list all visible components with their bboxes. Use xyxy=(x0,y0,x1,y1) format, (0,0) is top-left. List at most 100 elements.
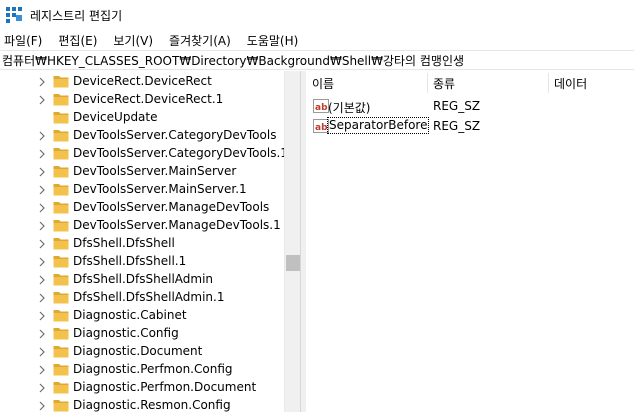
tree-item[interactable]: DfsShell.DfsShell xyxy=(0,235,284,253)
tree-item[interactable]: DeviceUpdate xyxy=(0,109,284,127)
string-value-icon: ab xyxy=(313,119,329,133)
chevron-right-icon[interactable] xyxy=(38,95,46,105)
folder-icon xyxy=(53,220,69,232)
value-name: SeparatorBefore xyxy=(326,117,430,134)
list-header: 이름 종류 데이터 xyxy=(306,71,634,95)
chevron-right-icon[interactable] xyxy=(38,185,46,195)
regedit-icon xyxy=(6,7,22,23)
tree-item[interactable]: Diagnostic.Perfmon.Document xyxy=(0,379,284,397)
tree-item[interactable]: Diagnostic.Document xyxy=(0,343,284,361)
tree-item-label: Diagnostic.Resmon.Config xyxy=(73,398,231,412)
folder-icon xyxy=(53,256,69,268)
value-type: REG_SZ xyxy=(433,99,481,113)
tree-item[interactable]: DevToolsServer.MainServer.1 xyxy=(0,181,284,199)
tree-item-label: DevToolsServer.MainServer xyxy=(73,164,237,178)
string-value-icon: ab xyxy=(313,99,329,113)
chevron-right-icon[interactable] xyxy=(38,239,46,249)
tree-item-label: Diagnostic.Cabinet xyxy=(73,308,187,322)
menu-bar: 파일(F) 편집(E) 보기(V) 즐겨찾기(A) 도움말(H) xyxy=(0,30,634,50)
folder-icon xyxy=(53,328,69,340)
svg-text:ab: ab xyxy=(315,103,328,113)
values-list[interactable]: 이름 종류 데이터 ab (기본값) REG_SZ ab SeparatorBe… xyxy=(306,71,634,412)
address-bar[interactable]: 컴퓨터₩HKEY_CLASSES_ROOT₩Directory₩Backgrou… xyxy=(0,50,634,70)
tree-item-label: DevToolsServer.CategoryDevTools.1 xyxy=(73,146,284,160)
tree-item-label: DfsShell.DfsShellAdmin.1 xyxy=(73,290,225,304)
tree-item[interactable]: DfsShell.DfsShellAdmin.1 xyxy=(0,289,284,307)
folder-icon xyxy=(53,148,69,160)
chevron-right-icon[interactable] xyxy=(38,401,46,411)
tree-item[interactable]: Diagnostic.Cabinet xyxy=(0,307,284,325)
tree-item-label: DeviceRect.DeviceRect.1 xyxy=(73,92,224,106)
chevron-right-icon[interactable] xyxy=(38,293,46,303)
tree-item[interactable]: DfsShell.DfsShell.1 xyxy=(0,253,284,271)
value-row[interactable]: ab SeparatorBefore REG_SZ xyxy=(306,116,634,136)
folder-icon xyxy=(53,274,69,286)
menu-help[interactable]: 도움말(H) xyxy=(241,32,299,49)
tree-item[interactable]: DevToolsServer.CategoryDevTools xyxy=(0,127,284,145)
chevron-right-icon[interactable] xyxy=(38,329,46,339)
chevron-right-icon[interactable] xyxy=(38,257,46,267)
chevron-right-icon[interactable] xyxy=(38,221,46,231)
folder-icon xyxy=(53,184,69,196)
folder-icon xyxy=(53,292,69,304)
menu-file[interactable]: 파일(F) xyxy=(0,32,42,49)
tree-item[interactable]: DevToolsServer.CategoryDevTools.1 xyxy=(0,145,284,163)
tree-item-label: Diagnostic.Perfmon.Config xyxy=(73,362,233,376)
chevron-right-icon[interactable] xyxy=(38,149,46,159)
chevron-right-icon[interactable] xyxy=(38,77,46,87)
value-name: (기본값) xyxy=(328,101,371,115)
tree-item-label: Diagnostic.Perfmon.Document xyxy=(73,380,257,394)
window-title: 레지스트리 편집기 xyxy=(30,9,123,23)
menu-view[interactable]: 보기(V) xyxy=(107,32,153,49)
tree-item-label: Diagnostic.Document xyxy=(73,344,203,358)
tree-item[interactable]: Diagnostic.Resmon.Config xyxy=(0,397,284,412)
title-bar[interactable]: 레지스트리 편집기 xyxy=(0,0,634,30)
tree-item[interactable]: DfsShell.DfsShellAdmin xyxy=(0,271,284,289)
column-header-name[interactable]: 이름 xyxy=(306,71,427,95)
folder-icon xyxy=(53,94,69,106)
tree-item-label: DevToolsServer.ManageDevTools.1 xyxy=(73,218,281,232)
tree-item-label: Diagnostic.Config xyxy=(73,326,179,340)
svg-text:ab: ab xyxy=(315,123,328,133)
value-type: REG_SZ xyxy=(433,119,481,133)
folder-icon xyxy=(53,382,69,394)
folder-icon xyxy=(53,166,69,178)
chevron-right-icon[interactable] xyxy=(38,365,46,375)
folder-icon xyxy=(53,364,69,376)
chevron-right-icon[interactable] xyxy=(38,167,46,177)
tree-item-label: DevToolsServer.CategoryDevTools xyxy=(73,128,277,142)
tree-item-label: DfsShell.DfsShell.1 xyxy=(73,254,187,268)
tree-item-label: DevToolsServer.MainServer.1 xyxy=(73,182,247,196)
chevron-right-icon[interactable] xyxy=(38,131,46,141)
folder-icon xyxy=(53,310,69,322)
chevron-right-icon[interactable] xyxy=(38,347,46,357)
column-header-type[interactable]: 종류 xyxy=(427,71,548,95)
tree-item[interactable]: DeviceRect.DeviceRect.1 xyxy=(0,91,284,109)
tree-item[interactable]: Diagnostic.Perfmon.Config xyxy=(0,361,284,379)
folder-icon xyxy=(53,238,69,250)
chevron-right-icon[interactable] xyxy=(38,311,46,321)
tree-item-label: DfsShell.DfsShellAdmin xyxy=(73,272,214,286)
folder-icon xyxy=(53,346,69,358)
folder-icon xyxy=(53,76,69,88)
tree-item[interactable]: DevToolsServer.ManageDevTools.1 xyxy=(0,217,284,235)
column-header-data[interactable]: 데이터 xyxy=(548,71,634,95)
tree-item[interactable]: Diagnostic.Config xyxy=(0,325,284,343)
value-row[interactable]: ab (기본값) REG_SZ xyxy=(306,96,634,116)
tree-item-label: DfsShell.DfsShell xyxy=(73,236,175,250)
tree-scrollbar[interactable] xyxy=(284,71,300,412)
chevron-right-icon[interactable] xyxy=(38,383,46,393)
tree-item[interactable]: DevToolsServer.ManageDevTools xyxy=(0,199,284,217)
tree-item[interactable]: DeviceRect.DeviceRect xyxy=(0,73,284,91)
folder-icon xyxy=(53,202,69,214)
chevron-right-icon[interactable] xyxy=(38,203,46,213)
menu-favorites[interactable]: 즐겨찾기(A) xyxy=(163,32,231,49)
tree-item[interactable]: DevToolsServer.MainServer xyxy=(0,163,284,181)
tree-scrollbar-thumb[interactable] xyxy=(286,255,300,271)
key-tree[interactable]: DeviceRect.DeviceRect DeviceRect.DeviceRe… xyxy=(0,71,284,412)
menu-edit[interactable]: 편집(E) xyxy=(52,32,97,49)
folder-icon xyxy=(53,400,69,412)
chevron-right-icon[interactable] xyxy=(38,275,46,285)
tree-item-label: DeviceRect.DeviceRect xyxy=(73,74,212,88)
folder-icon xyxy=(53,130,69,142)
